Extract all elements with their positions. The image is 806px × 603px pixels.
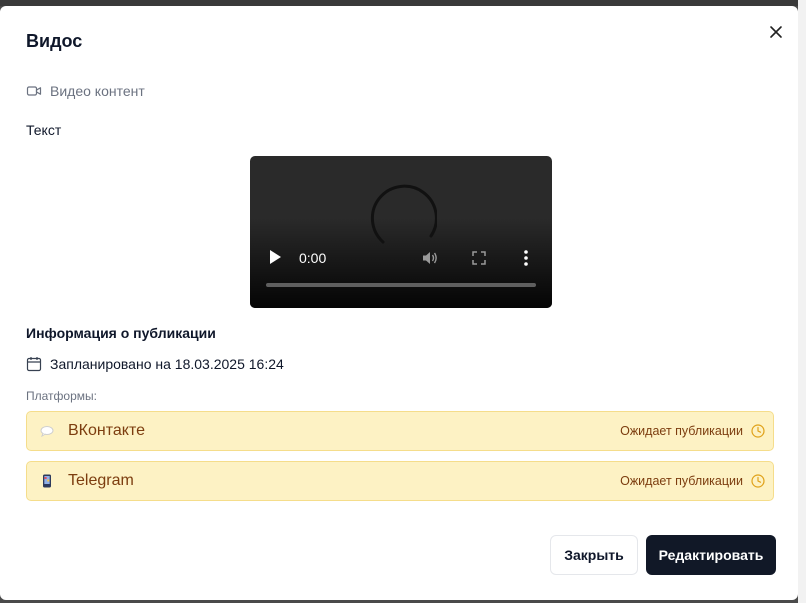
calendar-icon: [26, 356, 42, 372]
more-options-icon[interactable]: [521, 249, 531, 267]
volume-icon[interactable]: [421, 249, 439, 267]
post-text: Текст: [26, 122, 62, 138]
loading-spinner-icon: [370, 184, 437, 244]
close-icon[interactable]: [766, 22, 786, 42]
scheduled-date: Запланировано на 18.03.2025 16:24: [26, 356, 284, 372]
publication-info-title: Информация о публикации: [26, 325, 216, 341]
video-progress-bar[interactable]: [266, 283, 536, 287]
content-type: Видео контент: [26, 83, 145, 99]
modal-title: Видос: [26, 31, 83, 51]
mobile-phone-icon: [40, 474, 54, 488]
play-icon[interactable]: [268, 249, 282, 265]
platform-item-telegram: Telegram Ожидает публикации: [26, 461, 774, 501]
fullscreen-icon[interactable]: [471, 250, 487, 266]
platform-name: Telegram: [68, 472, 134, 489]
video-player[interactable]: 0:00: [250, 156, 552, 308]
edit-button[interactable]: Редактировать: [646, 535, 776, 575]
scheduled-date-text: Запланировано на 18.03.2025 16:24: [50, 356, 284, 372]
video-camera-icon: [26, 83, 42, 99]
speech-bubble-icon: [40, 424, 54, 438]
post-details-modal: Видос Видео контент Текст 0:00 Информаци…: [0, 6, 798, 600]
background-page-edge: [798, 0, 806, 603]
platform-status: Ожидает публикации: [620, 424, 743, 438]
platform-item-vkontakte: ВКонтакте Ожидает публикации: [26, 411, 774, 451]
video-current-time: 0:00: [299, 250, 327, 266]
clock-icon: [751, 474, 765, 488]
platform-status: Ожидает публикации: [620, 474, 743, 488]
platforms-label: Платформы:: [26, 389, 97, 403]
close-button[interactable]: Закрыть: [550, 535, 638, 575]
content-type-label: Видео контент: [50, 83, 145, 99]
platform-name: ВКонтакте: [68, 422, 145, 439]
clock-icon: [751, 424, 765, 438]
